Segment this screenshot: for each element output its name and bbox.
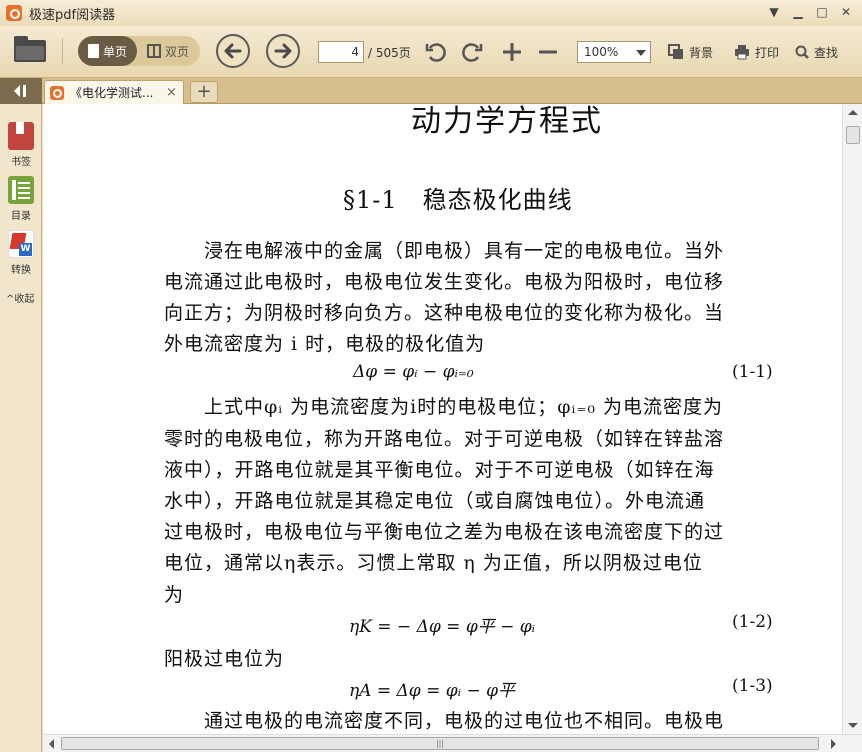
equation: ηK = − Δφ = φ平 − φᵢ [349, 617, 536, 637]
section-title: §1-1 稳态极化曲线 [343, 186, 573, 214]
arrow-left-icon [224, 43, 242, 59]
toc-icon [8, 176, 34, 204]
window-title: 极速pdf阅读器 [29, 7, 116, 23]
next-page-button[interactable] [266, 34, 300, 68]
text-line: 为 [164, 584, 185, 606]
text-line: 液中），开路电位就是其平衡电位。对于不可逆电极（如锌在海 [164, 459, 715, 481]
sidebar-item-bookmark[interactable]: 书签 [0, 122, 42, 172]
horizontal-scroll-thumb[interactable]: ||| [61, 737, 819, 750]
search-label: 查找 [814, 45, 839, 60]
zoom-select[interactable]: 100% [577, 41, 651, 63]
page-total: / 505页 [368, 46, 411, 60]
equation: ηA = Δφ = φᵢ − φ平 [349, 681, 516, 701]
zoom-out-icon[interactable] [536, 40, 560, 64]
zoom-value: 100% [584, 45, 619, 59]
left-sidebar: 书签 目录 转换 ^收起 [0, 104, 42, 752]
add-tab-button[interactable]: + [190, 81, 218, 103]
sidebar-label-convert: 转换 [11, 265, 31, 276]
text-line: 上式中φᵢ 为电流密度为i时的电极电位；φᵢ₌₀ 为电流密度为 [164, 396, 724, 418]
vertical-scroll-thumb[interactable] [846, 126, 860, 144]
convert-icon [8, 230, 34, 258]
window-controls: ▼ ▁ □ ✕ [766, 4, 854, 20]
pdf-page: 动力学方程式 §1-1 稳态极化曲线 浸在电解液中的金属（即电极）具有一定的电极… [43, 104, 842, 734]
open-folder-icon[interactable] [14, 36, 46, 62]
toolbar: 单页 双页 4 / 505页 100% 背景 打印 查找 [0, 26, 862, 78]
print-label: 打印 [755, 45, 780, 60]
printer-icon [735, 45, 749, 60]
chapter-heading: 动力学方程式 [411, 104, 603, 139]
dual-page-icon [147, 44, 162, 58]
chevron-down-icon [636, 50, 646, 56]
sidebar-item-convert[interactable]: 转换 [0, 230, 42, 280]
scroll-right-icon[interactable] [831, 739, 836, 749]
sidebar-collapse-link[interactable]: ^收起 [6, 290, 34, 305]
text-line: 向正方；为阴极时移向负方。这种电极电位的变化称为极化。当 [164, 302, 725, 324]
single-page-button[interactable]: 单页 [78, 36, 138, 66]
minimize-icon[interactable]: ▁ [790, 4, 806, 20]
tab-bar: 《电化学测试... × + [0, 78, 862, 104]
scroll-up-icon[interactable] [848, 110, 858, 115]
toolbar-divider [62, 38, 63, 64]
search-button[interactable]: 查找 [795, 42, 838, 62]
horizontal-scrollbar[interactable]: ||| [43, 734, 862, 752]
text-line: 浸在电解液中的金属（即电极）具有一定的电极电位。当外 [164, 240, 725, 262]
text-line: 零时的电极电位，称为开路电位。对于可逆电极（如锌在锌盐溶 [164, 428, 725, 450]
sidebar-item-toc[interactable]: 目录 [0, 176, 42, 226]
scroll-down-icon[interactable] [848, 723, 858, 728]
text-line: 电位，通常以η表示。习惯上常取 η 为正值，所以阴极过电位 [164, 552, 703, 574]
collapse-sidebar-icon [14, 85, 26, 97]
pdf-icon [50, 85, 64, 100]
close-icon[interactable]: ✕ [838, 4, 854, 20]
maximize-icon[interactable]: □ [814, 4, 830, 20]
rotate-right-icon[interactable] [460, 40, 484, 64]
text-line: 阳极过电位为 [164, 648, 285, 670]
equation: Δφ = φᵢ − φᵢ₌₀ [353, 362, 474, 382]
zoom-in-icon[interactable] [500, 40, 524, 64]
single-page-label: 单页 [103, 44, 128, 59]
text-line: 水中），开路电位就是其稳定电位（或自腐蚀电位）。外电流通 [164, 490, 706, 512]
background-button[interactable]: 背景 [668, 42, 713, 62]
app-logo-icon [6, 5, 22, 21]
search-icon [795, 45, 809, 59]
text-line: 电流通过此电极时，电极电位发生变化。电极为阳极时，电位移 [164, 271, 725, 293]
rotate-left-icon[interactable] [424, 40, 448, 64]
vertical-scrollbar[interactable] [842, 104, 862, 734]
toggle-sidebar-button[interactable] [0, 78, 42, 104]
text-line: 外电流密度为 i 时，电极的极化值为 [164, 333, 486, 355]
dual-page-label: 双页 [165, 44, 190, 59]
bookmark-icon [8, 122, 34, 150]
page-number-input[interactable]: 4 [318, 41, 364, 63]
equation-number: (1-3) [732, 676, 773, 696]
equation-number: (1-1) [732, 362, 773, 382]
sidebar-label-toc: 目录 [11, 211, 31, 222]
title-bar: 极速pdf阅读器 ▼ ▁ □ ✕ [0, 0, 862, 26]
background-label: 背景 [689, 45, 714, 60]
document-viewport[interactable]: 动力学方程式 §1-1 稳态极化曲线 浸在电解液中的金属（即电极）具有一定的电极… [43, 104, 842, 734]
document-tab[interactable]: 《电化学测试... × [44, 80, 184, 104]
arrow-right-icon [274, 43, 292, 59]
tab-close-icon[interactable]: × [166, 85, 177, 100]
background-icon [668, 44, 683, 59]
text-line: 通过电极的电流密度不同，电极的过电位也不相同。电极电 [164, 710, 725, 732]
dual-page-button[interactable]: 双页 [137, 36, 199, 66]
menu-dropdown-icon[interactable]: ▼ [766, 4, 782, 20]
single-page-icon [88, 44, 99, 58]
print-button[interactable]: 打印 [734, 42, 779, 62]
equation-number: (1-2) [732, 612, 773, 632]
scroll-left-icon[interactable] [49, 739, 54, 749]
view-mode-toggle: 单页 双页 [78, 36, 200, 66]
tab-label: 《电化学测试... [70, 86, 154, 100]
previous-page-button[interactable] [216, 34, 250, 68]
sidebar-label-bookmark: 书签 [11, 157, 31, 168]
text-line: 过电极时，电极电位与平衡电位之差为电极在该电流密度下的过 [164, 521, 725, 543]
